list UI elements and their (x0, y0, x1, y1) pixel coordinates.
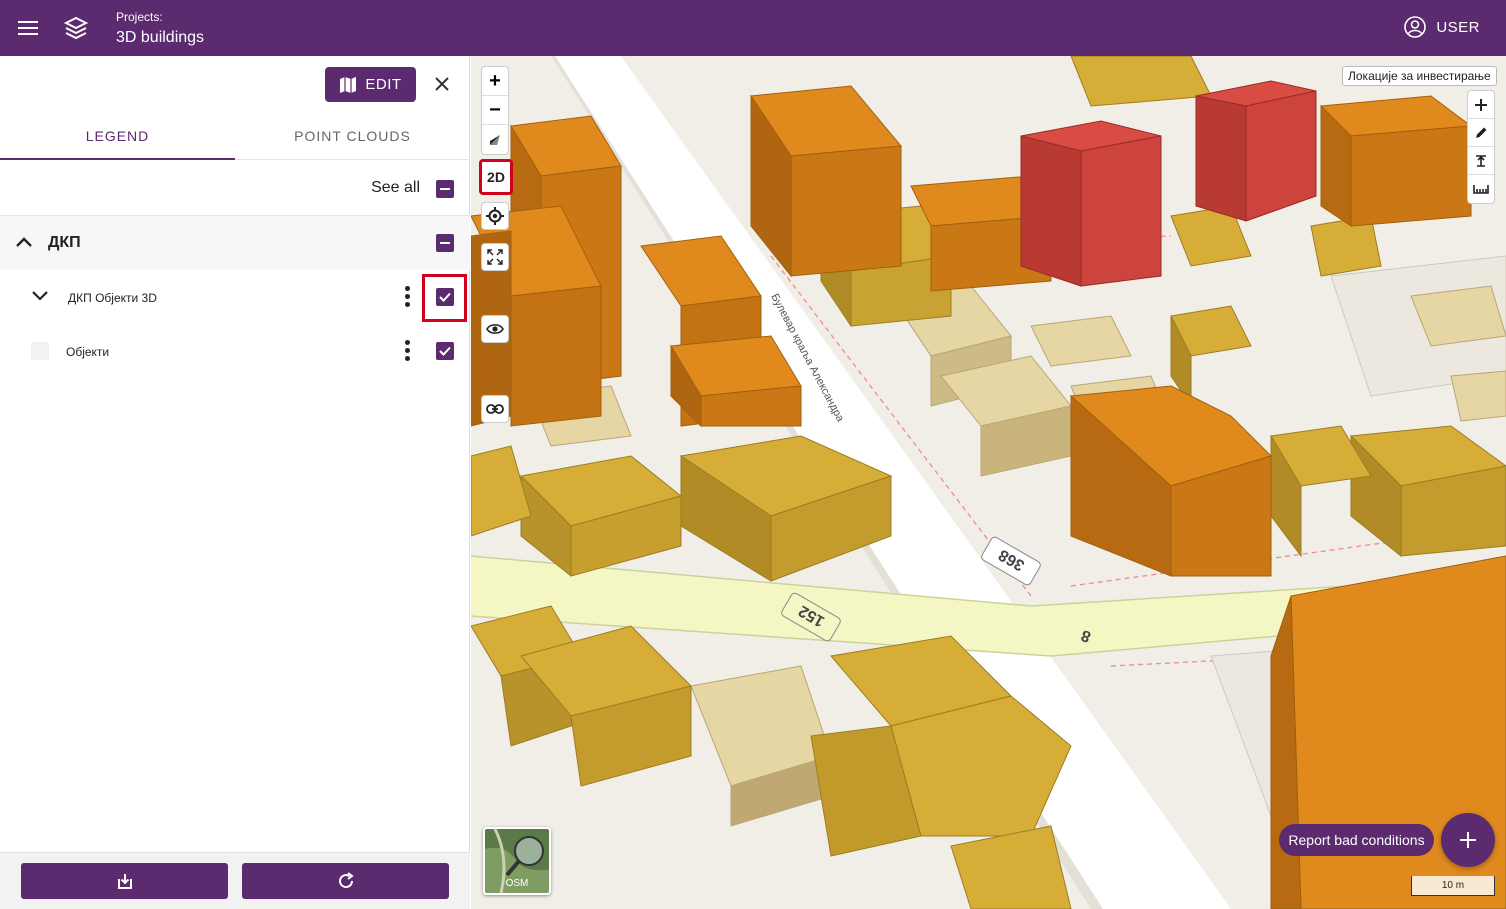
ruler-icon (1473, 185, 1489, 194)
list-item: Објекти (0, 324, 470, 378)
chevron-down-icon[interactable] (30, 288, 50, 304)
map-icon (340, 76, 357, 93)
highlight-box (422, 274, 467, 322)
zoom-out-button[interactable]: − (482, 96, 508, 125)
report-bad-conditions-button[interactable]: Report bad conditions (1279, 824, 1434, 856)
pencil-icon (1476, 127, 1487, 138)
pin-feature-button[interactable] (1468, 147, 1494, 175)
see-all-checkbox[interactable] (436, 180, 454, 198)
edit-button[interactable]: EDIT (325, 67, 416, 102)
app-header: Projects: 3D buildings USER (0, 0, 1506, 56)
layers-icon[interactable] (62, 14, 90, 42)
scale-bar: 10 m (1411, 876, 1495, 896)
mode-2d-button[interactable]: 2D (479, 159, 513, 195)
add-fab-button[interactable] (1441, 813, 1495, 867)
visibility-button[interactable] (481, 315, 509, 343)
fullscreen-icon (487, 249, 503, 265)
add-feature-button[interactable] (1468, 91, 1494, 119)
projects-label: Projects: (116, 10, 163, 24)
panel-footer (0, 852, 470, 909)
edit-feature-button[interactable] (1468, 119, 1494, 147)
basemap-switcher[interactable]: OSM (483, 827, 551, 895)
menu-icon[interactable] (14, 16, 42, 40)
edit-label: EDIT (365, 76, 402, 93)
compass-icon (490, 134, 500, 145)
refresh-button[interactable] (242, 863, 449, 899)
group-title: ДКП (48, 234, 81, 251)
panel-tabs: LEGEND POINT CLOUDS (0, 116, 470, 160)
user-menu-button[interactable]: USER (1404, 16, 1480, 38)
refresh-icon (338, 872, 354, 889)
group-checkbox[interactable] (436, 234, 454, 252)
layer-checkbox[interactable] (436, 342, 454, 360)
pin-icon (1476, 154, 1486, 167)
plus-icon (1475, 98, 1487, 111)
tab-legend[interactable]: LEGEND (0, 116, 235, 160)
list-item: ДКП Објекти 3D (0, 270, 470, 324)
share-link-button[interactable] (481, 395, 509, 423)
map-3d-scene[interactable]: 368 152 8 Булевар краља Александра (471, 56, 1506, 909)
see-all-label: See all (371, 179, 420, 196)
user-label: USER (1436, 18, 1480, 36)
draw-tools (1467, 90, 1495, 204)
account-icon (1404, 16, 1427, 38)
see-all-row: See all (0, 160, 470, 216)
eye-icon (486, 324, 504, 334)
layer-name: ДКП Објекти 3D (68, 291, 157, 305)
download-icon (117, 874, 132, 889)
plus-icon (1460, 832, 1476, 848)
fullscreen-button[interactable] (481, 243, 509, 271)
zoom-controls: + − (481, 66, 509, 155)
zoom-in-button[interactable]: + (482, 67, 508, 96)
map-view[interactable]: 368 152 8 Булевар краља Александра + − 2… (471, 56, 1506, 909)
locate-button[interactable] (481, 202, 509, 230)
measure-button[interactable] (1468, 175, 1494, 203)
layer-tooltip: Локације за инвестирање (1342, 66, 1497, 86)
tab-point-clouds[interactable]: POINT CLOUDS (235, 116, 470, 160)
layer-group-dkp[interactable]: ДКП (0, 216, 470, 270)
download-button[interactable] (21, 863, 228, 899)
chevron-up-icon[interactable] (14, 234, 34, 250)
side-panel: EDIT LEGEND POINT CLOUDS See all ДКП ДКП… (0, 56, 470, 909)
more-options-icon[interactable] (404, 340, 412, 362)
close-icon[interactable] (430, 72, 454, 96)
project-title[interactable]: 3D buildings (116, 29, 204, 47)
crosshair-icon (486, 207, 504, 225)
compass-button[interactable] (482, 125, 508, 154)
basemap-label: OSM (505, 878, 529, 889)
link-icon (486, 404, 504, 414)
layer-name: Објекти (66, 345, 110, 359)
layer-style-swatch (31, 342, 49, 360)
more-options-icon[interactable] (404, 286, 412, 308)
